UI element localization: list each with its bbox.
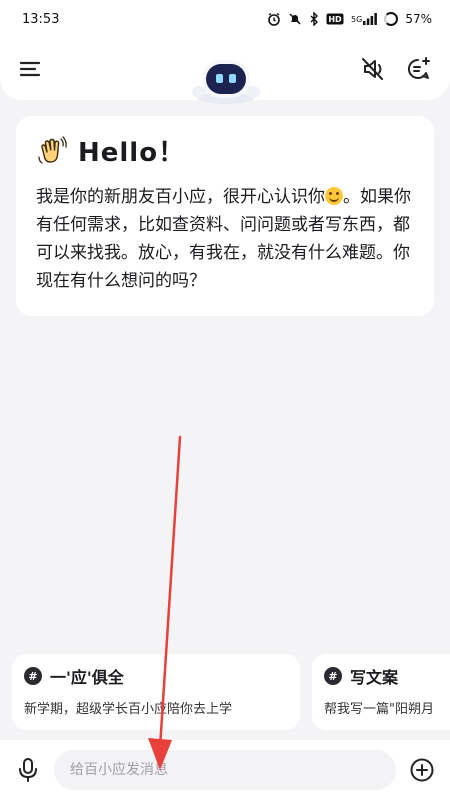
suggestion-desc: 新学期，超级学长百小应陪你去上学 [24, 702, 233, 717]
hd-icon: HD [326, 13, 344, 25]
add-icon[interactable] [408, 756, 436, 784]
suggestion-head: # 一'应'俱全 [24, 664, 288, 688]
greeting-message: 我是你的新朋友百小应，很开心认识你 。如果你有任何需求，比如查资料、问问题或者写东… [36, 183, 414, 295]
bluetooth-icon [309, 12, 319, 26]
greeting-title: Hello！ [78, 138, 186, 168]
header-actions [360, 56, 432, 82]
speaker-off-icon[interactable] [360, 56, 386, 82]
smile-emoji-icon [325, 187, 343, 205]
svg-text:HD: HD [328, 15, 342, 24]
battery-icon [384, 12, 399, 26]
silent-icon [288, 12, 302, 26]
battery-level: 57% [405, 12, 432, 26]
assistant-avatar [185, 52, 267, 104]
suggestion-head: # 写文案 [324, 664, 450, 688]
suggestion-title: 写文案 [350, 668, 399, 687]
status-bar: 13:53 HD 5G 57% [0, 0, 450, 38]
suggestion-title: 一'应'俱全 [50, 668, 124, 687]
hashtag-icon: # [324, 667, 342, 685]
waving-hand-icon [36, 135, 68, 167]
input-bar [0, 740, 450, 800]
greeting-header: Hello！ [36, 132, 414, 169]
microphone-icon[interactable] [14, 756, 42, 784]
greeting-card: Hello！ 我是你的新朋友百小应，很开心认识你 。如果你有任何需求，比如查资料、… [16, 116, 434, 316]
suggestion-card[interactable]: # 一'应'俱全 新学期，超级学长百小应陪你去上学 [12, 654, 300, 730]
greeting-text-1: 我是你的新朋友百小应，很开心认识你 [36, 187, 325, 207]
status-icons: HD 5G 57% [267, 12, 432, 26]
suggestion-card[interactable]: # 写文案 帮我写一篇"阳朔月 [312, 654, 450, 730]
new-chat-icon[interactable] [406, 56, 432, 82]
message-input[interactable] [54, 750, 396, 790]
alarm-icon [267, 12, 281, 26]
network-type: 5G [351, 14, 363, 24]
status-time: 13:53 [22, 11, 60, 27]
suggestion-row: # 一'应'俱全 新学期，超级学长百小应陪你去上学 # 写文案 帮我写一篇"阳朔… [12, 654, 450, 730]
menu-icon[interactable] [18, 57, 42, 81]
suggestion-desc: 帮我写一篇"阳朔月 [324, 702, 434, 717]
hashtag-icon: # [24, 667, 42, 685]
signal-icon: 5G [351, 13, 378, 25]
